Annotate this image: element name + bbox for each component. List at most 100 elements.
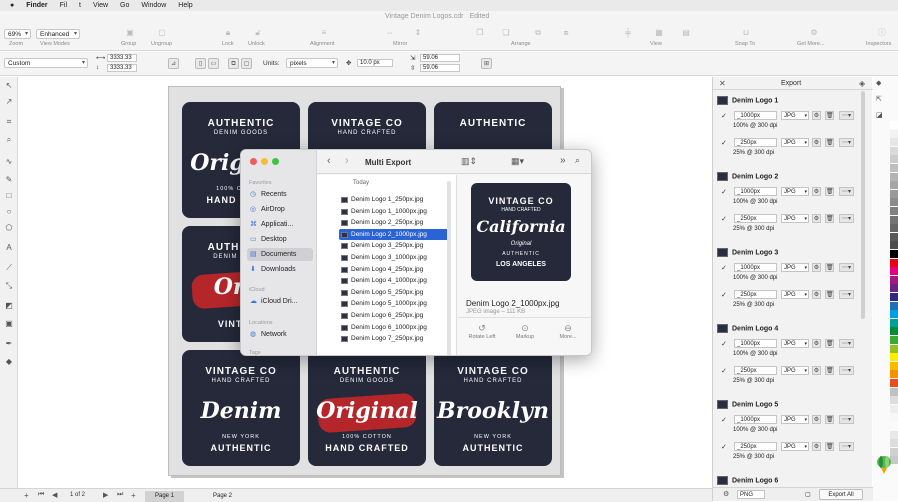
menu-app-finder[interactable]: Finder [26,2,47,9]
sidebar-item-icloud-drive[interactable]: ☁ iCloud Dri... [247,295,313,308]
parallel-dimension-icon[interactable]: ⟋ [4,263,14,273]
next-page-icon[interactable]: ▶ [103,491,108,499]
first-page-icon[interactable]: ⏮ [38,491,44,499]
export-format-select[interactable]: JPG [781,187,809,196]
more-options-icon[interactable]: ⋯▾ [839,263,854,272]
rulers-icon[interactable]: ▦ [653,28,665,37]
eyedropper-icon[interactable]: ✒ [4,339,14,349]
all-pages-icon[interactable]: ⧉ [228,58,239,69]
zoom-window-button[interactable] [272,158,279,165]
color-swatch[interactable] [890,232,898,241]
zoom-select[interactable]: 69% [4,29,31,39]
gear-icon[interactable]: ⚙ [812,290,821,299]
export-group-title[interactable]: Denim Logo 6 [717,476,778,485]
treat-as-filled-icon[interactable]: ⊞ [481,58,492,69]
color-swatch[interactable] [890,215,898,224]
rectangle-tool-icon[interactable]: □ [4,191,14,201]
color-swatch[interactable] [890,267,898,276]
export-format-select[interactable]: JPG [781,366,809,375]
file-row[interactable]: Denim Logo 6_1000px.jpg [339,322,449,334]
export-format-select[interactable]: JPG [781,214,809,223]
landscape-icon[interactable]: ▭ [208,58,219,69]
color-swatch[interactable] [890,198,898,207]
polygon-tool-icon[interactable]: ⬠ [4,223,14,233]
duplicate-distance-y-field[interactable]: 59.06 [420,64,460,72]
color-swatch[interactable] [890,318,898,327]
file-row[interactable]: Denim Logo 3_250px.jpg [339,240,449,252]
color-swatch[interactable] [890,439,898,448]
add-page-before-icon[interactable]: + [24,491,29,500]
export-suffix-field[interactable]: _250px [734,290,777,299]
color-swatch[interactable] [890,379,898,387]
grid-icon[interactable]: ▤ [680,28,692,37]
logo-artwork-5[interactable]: VINTAGE CO HAND CRAFTED Denim NEW YORK A… [182,350,300,466]
trash-icon[interactable]: 🗑︎ [825,415,834,424]
connector-tool-icon[interactable]: ⤡ [4,281,14,291]
export-suffix-field[interactable]: _250px [734,442,777,451]
trash-icon[interactable]: 🗑︎ [825,263,834,272]
lock-icon[interactable]: 🔒︎ [222,28,234,37]
add-export-icon[interactable]: ▢ [805,491,811,498]
color-swatch[interactable] [890,121,898,129]
page-preset-select[interactable]: Custom [4,58,88,68]
current-page-icon[interactable]: ▢ [241,58,252,69]
sidebar-item-desktop[interactable]: ▭ Desktop [247,233,313,246]
export-suffix-field[interactable]: _1000px [734,415,777,424]
color-swatch[interactable] [890,387,898,396]
export-enabled-checkbox[interactable]: ✓ [721,340,727,348]
menu-window[interactable]: Window [141,2,166,9]
file-row[interactable]: Denim Logo 6_250px.jpg [339,310,449,322]
more-options-icon[interactable]: ⋯▾ [839,214,854,223]
more-options-icon[interactable]: ⋯▾ [839,138,854,147]
color-swatch[interactable] [890,301,898,310]
search-icon[interactable]: ⌕ [575,155,580,166]
menu-go[interactable]: Go [120,2,129,9]
export-suffix-field[interactable]: _250px [734,138,777,147]
unlock-icon[interactable]: 🔓︎ [252,28,264,37]
export-suffix-field[interactable]: _250px [734,366,777,375]
color-swatch[interactable] [890,430,898,439]
gear-icon[interactable]: ⚙ [812,442,821,451]
get-more-icon[interactable]: ⚙ [808,28,820,37]
portrait-icon[interactable]: ▯ [195,58,206,69]
export-format-select[interactable]: JPG [781,290,809,299]
color-swatch[interactable] [890,207,898,215]
file-row[interactable]: Denim Logo 5_1000px.jpg [339,298,449,310]
menu-help[interactable]: Help [178,2,192,9]
file-row[interactable]: Denim Logo 1_1000px.jpg [339,206,449,218]
menu-view[interactable]: View [93,2,108,9]
close-icon[interactable]: ✕ [719,79,726,88]
color-swatch[interactable] [890,327,898,336]
drop-shadow-icon[interactable]: ◩ [4,301,14,311]
color-swatch[interactable] [890,258,898,267]
more-button[interactable]: ⊖ More... [548,323,588,340]
file-row[interactable]: Denim Logo 7_250px.jpg [339,333,449,345]
ellipse-tool-icon[interactable]: ○ [4,207,14,217]
arrange-forward-icon[interactable]: ⧉ [532,28,544,37]
gear-icon[interactable]: ⚙ [812,138,821,147]
mirror-horizontal-icon[interactable]: ⇔ [384,28,396,37]
color-swatch[interactable] [890,250,898,258]
gear-icon[interactable]: ⚙ [812,214,821,223]
view-toggle-icon[interactable]: ▥⇕ [461,156,477,167]
menu-edit[interactable]: t [79,2,81,9]
color-swatch[interactable] [890,138,898,147]
color-swatch[interactable] [890,275,898,284]
palette-menu-icon[interactable]: ◆ [876,79,881,87]
export-all-button[interactable]: Export All [819,489,863,500]
color-swatch[interactable] [890,293,898,301]
gear-icon[interactable]: ⚙ [812,263,821,272]
color-swatch[interactable] [890,189,898,198]
color-swatch[interactable] [890,353,898,362]
forward-icon[interactable]: › [345,155,349,167]
mirror-vertical-icon[interactable]: ⇕ [412,28,424,37]
logo-artwork-6[interactable]: AUTHENTIC DENIM GOODS Original 100% COTT… [308,350,426,466]
page-height-field[interactable]: 3333.33 [107,64,137,72]
close-window-button[interactable] [250,158,257,165]
export-suffix-field[interactable]: _1000px [734,187,777,196]
minimize-window-button[interactable] [261,158,268,165]
export-format-select[interactable]: JPG [781,111,809,120]
markup-button[interactable]: ⊙ Markup [505,323,545,340]
guidelines-icon[interactable]: ╪ [622,28,634,37]
group-by-icon[interactable]: ▦▾ [511,156,524,167]
